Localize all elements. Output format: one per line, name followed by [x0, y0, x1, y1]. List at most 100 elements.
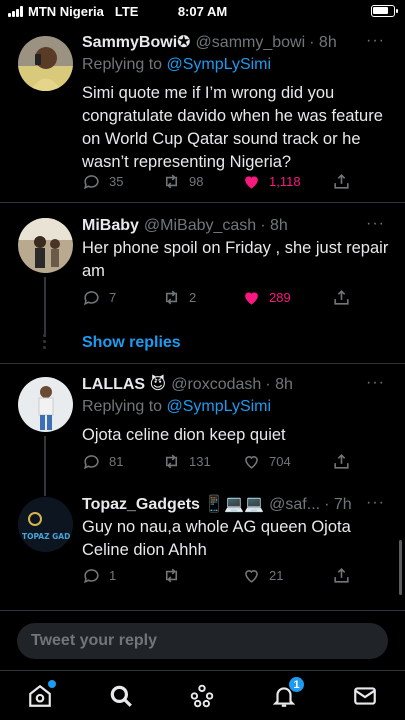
tweet-time: · 8h — [265, 376, 293, 393]
reply-icon — [83, 568, 99, 583]
mention-link[interactable]: @SympLySimi — [167, 398, 272, 415]
share-button[interactable] — [332, 565, 351, 585]
reply-count: 35 — [109, 173, 124, 189]
display-name[interactable]: LALLAS 😈 — [82, 374, 166, 396]
tweet-actions: 35 98 1,118 — [82, 171, 352, 191]
display-name[interactable]: Topaz_Gadgets 📱💻💻 — [82, 494, 264, 516]
reply-composer: Tweet your reply — [0, 610, 405, 670]
thread-dots — [43, 334, 47, 350]
reply-count: 1 — [109, 567, 117, 583]
heart-outline-icon — [245, 455, 258, 469]
retweet-button[interactable]: 2 — [162, 287, 242, 307]
tab-spaces[interactable] — [189, 683, 215, 709]
user-handle[interactable]: @MiBaby_cash — [144, 215, 256, 237]
tweet-text: Simi quote me if I’m wrong did you congr… — [82, 84, 383, 171]
replying-prefix: Replying to — [82, 398, 163, 415]
avatar[interactable] — [18, 218, 73, 273]
heart-filled-icon — [245, 175, 258, 189]
more-options-icon[interactable]: ··· — [366, 32, 385, 50]
share-icon — [334, 567, 349, 583]
avatar-logo-text: TOPAZ GADGETS — [22, 532, 73, 541]
retweet-count: 131 — [189, 453, 211, 469]
like-button[interactable]: 704 — [242, 451, 332, 471]
heart-filled-icon — [245, 291, 258, 305]
share-button[interactable] — [332, 287, 351, 307]
reply-button[interactable]: 7 — [82, 287, 162, 307]
thread-line — [44, 436, 46, 496]
reply-count: 81 — [109, 453, 124, 469]
retweet-icon — [165, 174, 178, 188]
tweet-lallas[interactable]: LALLAS 😈 @roxcodash · 8h ··· Replying to… — [0, 374, 405, 496]
display-name[interactable]: SammyBowi✪ — [82, 32, 191, 54]
tweet-header: LALLAS 😈 @roxcodash · 8h — [82, 374, 391, 396]
like-button[interactable]: 21 — [242, 565, 332, 585]
tweet-mibaby[interactable]: MiBaby @MiBaby_cash · 8h ··· Her phone s… — [0, 215, 405, 337]
replying-prefix: Replying to — [82, 56, 163, 73]
retweet-icon — [165, 290, 178, 304]
avatar[interactable] — [18, 36, 73, 91]
tweet-header: SammyBowi✪ @sammy_bowi · 8h — [82, 32, 391, 54]
reply-button[interactable]: 35 — [82, 171, 162, 191]
tweet-text: Her phone spoil on Friday , she just rep… — [82, 239, 389, 280]
more-options-icon[interactable]: ··· — [366, 494, 385, 512]
more-options-icon[interactable]: ··· — [366, 374, 385, 392]
tab-notifications[interactable]: 1 — [271, 676, 305, 709]
replying-to: Replying to @SympLySimi — [82, 396, 391, 418]
tab-messages[interactable] — [352, 683, 378, 709]
thread-line — [44, 277, 46, 337]
tweet-sammybowi[interactable]: SammyBowi✪ @sammy_bowi · 8h ··· Replying… — [0, 32, 405, 202]
retweet-count: 2 — [189, 289, 197, 305]
tweet-time: · 8h — [309, 34, 337, 51]
retweet-count: 98 — [189, 173, 204, 189]
tweet-topaz-gadgets[interactable]: TOPAZ GADGETS Topaz_Gadgets 📱💻💻 @saf... … — [0, 494, 405, 594]
like-count: 704 — [269, 453, 291, 469]
reply-icon — [83, 290, 99, 305]
like-count: 1,118 — [269, 173, 301, 189]
tweet-time: · 8h — [260, 217, 288, 234]
retweet-button[interactable]: 131 — [162, 451, 242, 471]
show-replies-link[interactable]: Show replies — [82, 334, 181, 352]
like-count: 21 — [269, 567, 284, 583]
retweet-icon — [165, 454, 178, 468]
more-options-icon[interactable]: ··· — [366, 215, 385, 233]
display-name[interactable]: MiBaby — [82, 215, 139, 237]
mail-icon — [354, 687, 376, 705]
tweet-text: Ojota celine dion keep quiet — [82, 426, 286, 444]
retweet-button[interactable] — [162, 565, 242, 585]
notification-badge: 1 — [288, 676, 305, 693]
scrollbar[interactable] — [399, 540, 402, 595]
avatar[interactable]: TOPAZ GADGETS — [18, 497, 73, 552]
divider — [0, 363, 405, 364]
like-button[interactable]: 1,118 — [242, 171, 332, 191]
tweet-actions: 81 131 704 — [82, 451, 352, 471]
tweet-actions: 7 2 289 — [82, 287, 352, 307]
reply-input[interactable]: Tweet your reply — [17, 623, 388, 659]
replying-to: Replying to @SympLySimi — [82, 54, 391, 76]
reply-count: 7 — [109, 289, 117, 305]
clock: 8:07 AM — [177, 4, 228, 19]
user-handle[interactable]: @roxcodash — [171, 374, 261, 396]
like-button[interactable]: 289 — [242, 287, 332, 307]
avatar[interactable] — [18, 377, 73, 432]
reply-button[interactable]: 81 — [82, 451, 162, 471]
reply-button[interactable]: 1 — [82, 565, 162, 585]
divider — [0, 202, 405, 203]
tweet-header: Topaz_Gadgets 📱💻💻 @saf... · 7h — [82, 494, 391, 516]
tweet-text: Guy no nau,a whole AG queen Ojota Celine… — [82, 518, 351, 559]
reply-icon — [83, 174, 99, 189]
user-handle[interactable]: @saf... — [269, 494, 320, 516]
reply-icon — [83, 454, 99, 469]
tweet-time: · 7h — [324, 496, 352, 513]
share-button[interactable] — [332, 451, 351, 471]
bottom-tab-bar: 1 — [0, 670, 405, 720]
tab-home[interactable] — [27, 680, 56, 709]
search-icon — [110, 685, 132, 707]
share-button[interactable] — [332, 171, 351, 191]
mention-link[interactable]: @SympLySimi — [167, 56, 272, 73]
heart-outline-icon — [245, 569, 258, 583]
user-handle[interactable]: @sammy_bowi — [196, 32, 306, 54]
tab-search[interactable] — [108, 683, 134, 709]
status-bar: MTN Nigeria LTE 8:07 AM — [0, 0, 405, 22]
retweet-button[interactable]: 98 — [162, 171, 242, 191]
tweet-header: MiBaby @MiBaby_cash · 8h — [82, 215, 391, 237]
